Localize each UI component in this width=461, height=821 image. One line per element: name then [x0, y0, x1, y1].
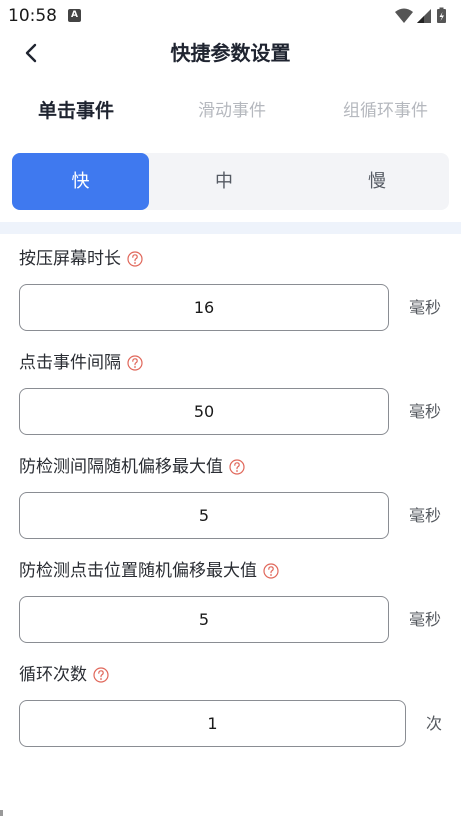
interval-random-offset-input[interactable]: [19, 492, 389, 539]
interval-random-offset-label: 防检测间隔随机偏移最大值: [19, 455, 245, 479]
loop-count-label-text: 循环次数: [19, 665, 87, 685]
status-icons: [395, 7, 446, 23]
interval-random-offset-unit: 毫秒: [408, 506, 441, 525]
event-tabs: 单击事件 滑动事件 组循环事件: [0, 96, 461, 126]
status-time: 10:58: [8, 6, 57, 26]
speed-selector: 快 中 慢: [12, 153, 449, 210]
position-random-offset-label: 防检测点击位置随机偏移最大值: [19, 559, 279, 583]
press-duration-label-text: 按压屏幕时长: [19, 249, 121, 269]
tab-click-event[interactable]: 单击事件: [38, 96, 114, 126]
speed-fast-button[interactable]: 快: [12, 153, 149, 210]
wifi-icon: [395, 8, 413, 23]
position-random-offset-input[interactable]: [19, 596, 389, 643]
notification-icon: A: [68, 9, 81, 22]
help-icon[interactable]: [127, 251, 143, 267]
section-divider: [0, 222, 461, 234]
click-interval-unit: 毫秒: [408, 402, 441, 421]
help-icon[interactable]: [93, 667, 109, 683]
speed-medium-button[interactable]: 中: [149, 153, 299, 210]
press-duration-unit: 毫秒: [408, 298, 441, 317]
help-icon[interactable]: [263, 563, 279, 579]
help-icon[interactable]: [127, 355, 143, 371]
press-duration-input[interactable]: [19, 284, 389, 331]
loop-count-label: 循环次数: [19, 663, 109, 687]
click-interval-label: 点击事件间隔: [19, 351, 143, 375]
status-bar: 10:58 A: [0, 0, 461, 34]
press-duration-label: 按压屏幕时长: [19, 247, 143, 271]
help-icon[interactable]: [229, 459, 245, 475]
edge-marker: [0, 810, 3, 816]
loop-count-unit: 次: [425, 714, 442, 733]
position-random-offset-label-text: 防检测点击位置随机偏移最大值: [19, 561, 257, 581]
click-interval-input[interactable]: [19, 388, 389, 435]
click-interval-label-text: 点击事件间隔: [19, 353, 121, 373]
loop-count-input[interactable]: [19, 700, 406, 747]
speed-slow-button[interactable]: 慢: [305, 153, 449, 210]
position-random-offset-unit: 毫秒: [408, 610, 441, 629]
page-title: 快捷参数设置: [170, 41, 291, 65]
tab-slide-event[interactable]: 滑动事件: [198, 96, 266, 126]
interval-random-offset-label-text: 防检测间隔随机偏移最大值: [19, 457, 223, 477]
page: 10:58 A 快捷参数设置 单击事件 滑动事件 组循环事件 快 中 慢 按压屏…: [0, 0, 461, 821]
tab-group-loop-event[interactable]: 组循环事件: [343, 96, 428, 126]
